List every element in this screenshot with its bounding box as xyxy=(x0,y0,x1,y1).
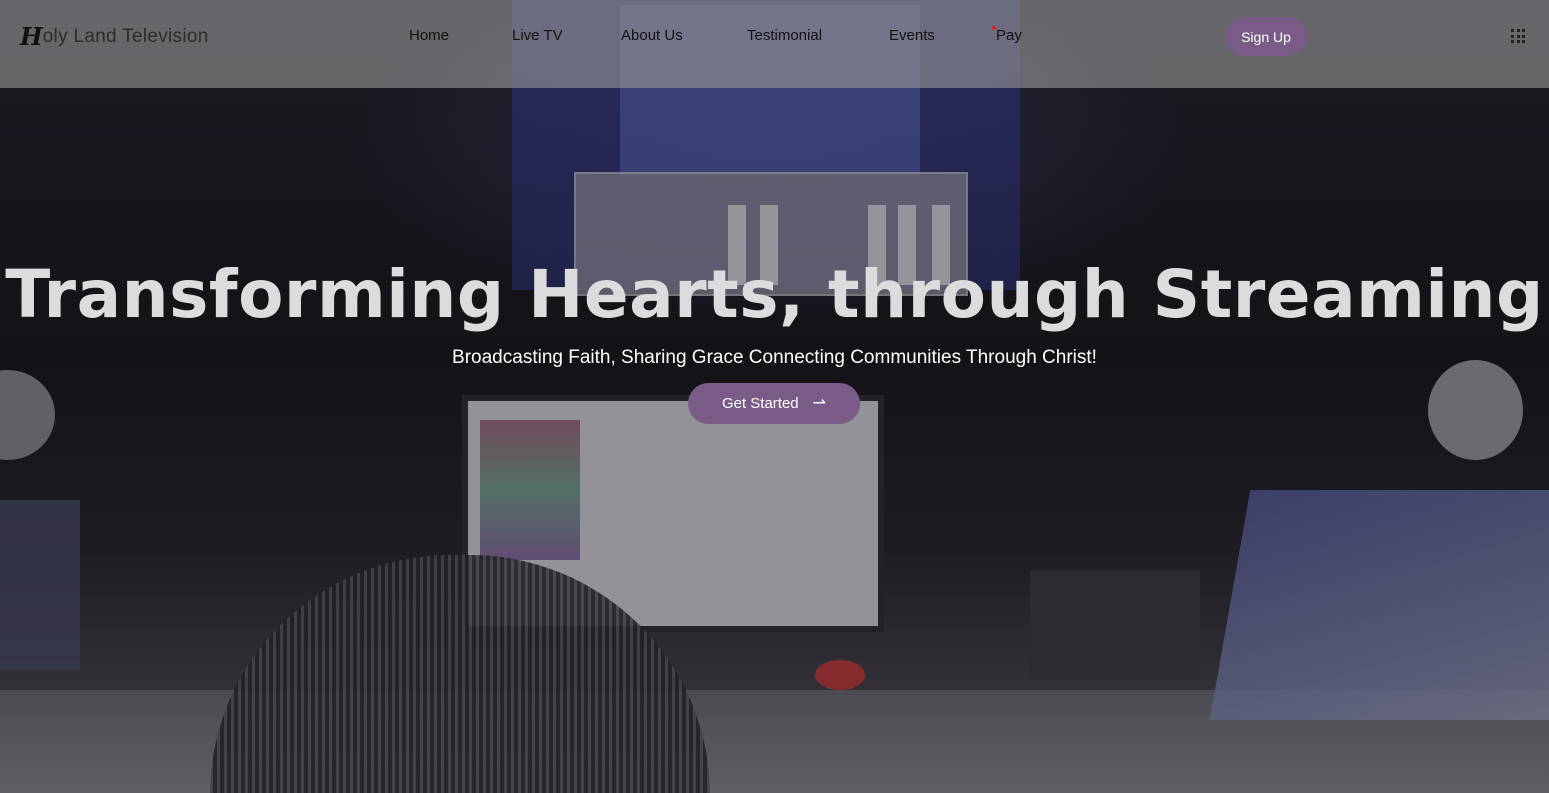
logo-text: oly Land Television xyxy=(42,26,209,47)
nav-item-testimonial[interactable]: Testimonial xyxy=(747,26,822,46)
site-logo[interactable]: H oly Land Television xyxy=(20,22,209,52)
logo-mark: H xyxy=(20,22,43,51)
hero-subtitle: Broadcasting Faith, Sharing Grace Connec… xyxy=(452,347,1097,368)
get-started-button[interactable]: Get Started ⇀ xyxy=(688,383,860,424)
nav-item-pay-label: Pay xyxy=(996,27,1022,44)
nav-item-events[interactable]: Events xyxy=(889,26,935,46)
get-started-label: Get Started xyxy=(721,395,799,412)
nav-item-pay[interactable]: Pay xyxy=(992,26,1022,46)
nav-item-about-us[interactable]: About Us xyxy=(621,26,683,46)
apps-grid-icon[interactable] xyxy=(1511,29,1525,43)
hero-title: Transforming Hearts, through Streaming xyxy=(5,256,1544,333)
notification-dot-icon xyxy=(992,26,996,30)
nav-item-home[interactable]: Home xyxy=(409,26,449,46)
site-header: H oly Land Television Home Live TV About… xyxy=(0,0,1549,88)
sign-up-button[interactable]: Sign Up xyxy=(1225,17,1307,56)
nav-item-live-tv[interactable]: Live TV xyxy=(512,26,563,46)
arrow-right-icon: ⇀ xyxy=(812,394,827,412)
